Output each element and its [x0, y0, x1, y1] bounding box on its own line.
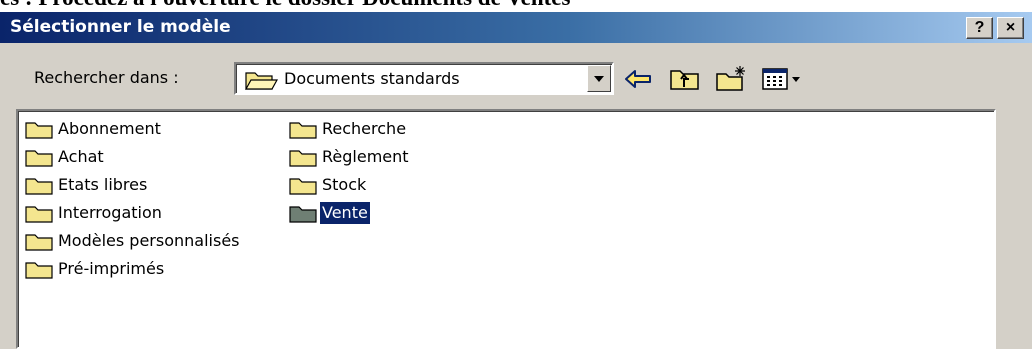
- document-heading: es : Procédez à l'ouverture le dossier D…: [0, 0, 570, 12]
- help-button[interactable]: ?: [966, 17, 993, 39]
- folder-icon: [25, 178, 53, 195]
- folder-icon: [289, 150, 317, 167]
- folder-label: Achat: [58, 147, 104, 166]
- folder-label: Etats libres: [58, 175, 148, 194]
- folder-item[interactable]: Modèles personnalisés: [24, 227, 242, 255]
- folder-label: Règlement: [322, 147, 409, 166]
- folder-label: Interrogation: [58, 203, 162, 222]
- look-in-value: Documents standards: [284, 69, 460, 88]
- folder-label: Pré-imprimés: [58, 259, 165, 278]
- folder-icon: [25, 206, 53, 223]
- folder-item[interactable]: Interrogation: [24, 199, 164, 227]
- folder-icon: [289, 122, 317, 139]
- dropdown-arrow-button[interactable]: [587, 65, 611, 92]
- folder-label: Recherche: [322, 119, 407, 138]
- file-list[interactable]: Abonnement Achat Etats libres Interrogat…: [16, 109, 996, 349]
- look-in-label: Rechercher dans :: [34, 68, 179, 87]
- open-folder-icon: [244, 72, 278, 90]
- folder-item[interactable]: Etats libres: [24, 171, 149, 199]
- folder-item[interactable]: Abonnement: [24, 115, 163, 143]
- close-button[interactable]: ×: [997, 17, 1024, 39]
- dialog-title-bar[interactable]: Sélectionner le modèle ? ×: [0, 12, 1032, 43]
- folder-item-selected[interactable]: Vente: [288, 199, 370, 227]
- folder-icon: [25, 150, 53, 167]
- folder-icon: [25, 262, 53, 279]
- folder-label: Stock: [322, 175, 367, 194]
- folder-icon: [289, 178, 317, 195]
- folder-icon: [25, 234, 53, 251]
- select-template-dialog: Sélectionner le modèle ? × Rechercher da…: [0, 12, 1032, 349]
- new-folder-icon[interactable]: [714, 64, 748, 94]
- folder-item[interactable]: Pré-imprimés: [24, 255, 166, 283]
- folder-label: Vente: [320, 202, 370, 224]
- view-menu-icon[interactable]: [760, 64, 806, 94]
- folder-icon: [25, 122, 53, 139]
- folder-label: Abonnement: [58, 119, 161, 138]
- folder-label: Modèles personnalisés: [58, 231, 240, 250]
- folder-item[interactable]: Règlement: [288, 143, 411, 171]
- dialog-title: Sélectionner le modèle: [10, 17, 231, 37]
- folder-icon: [289, 206, 317, 223]
- back-arrow-icon[interactable]: [622, 64, 656, 94]
- chevron-down-icon: [594, 76, 604, 82]
- folder-item[interactable]: Stock: [288, 171, 368, 199]
- up-folder-icon[interactable]: [668, 64, 702, 94]
- folder-item[interactable]: Recherche: [288, 115, 408, 143]
- look-in-dropdown[interactable]: Documents standards: [234, 62, 614, 95]
- folder-item[interactable]: Achat: [24, 143, 106, 171]
